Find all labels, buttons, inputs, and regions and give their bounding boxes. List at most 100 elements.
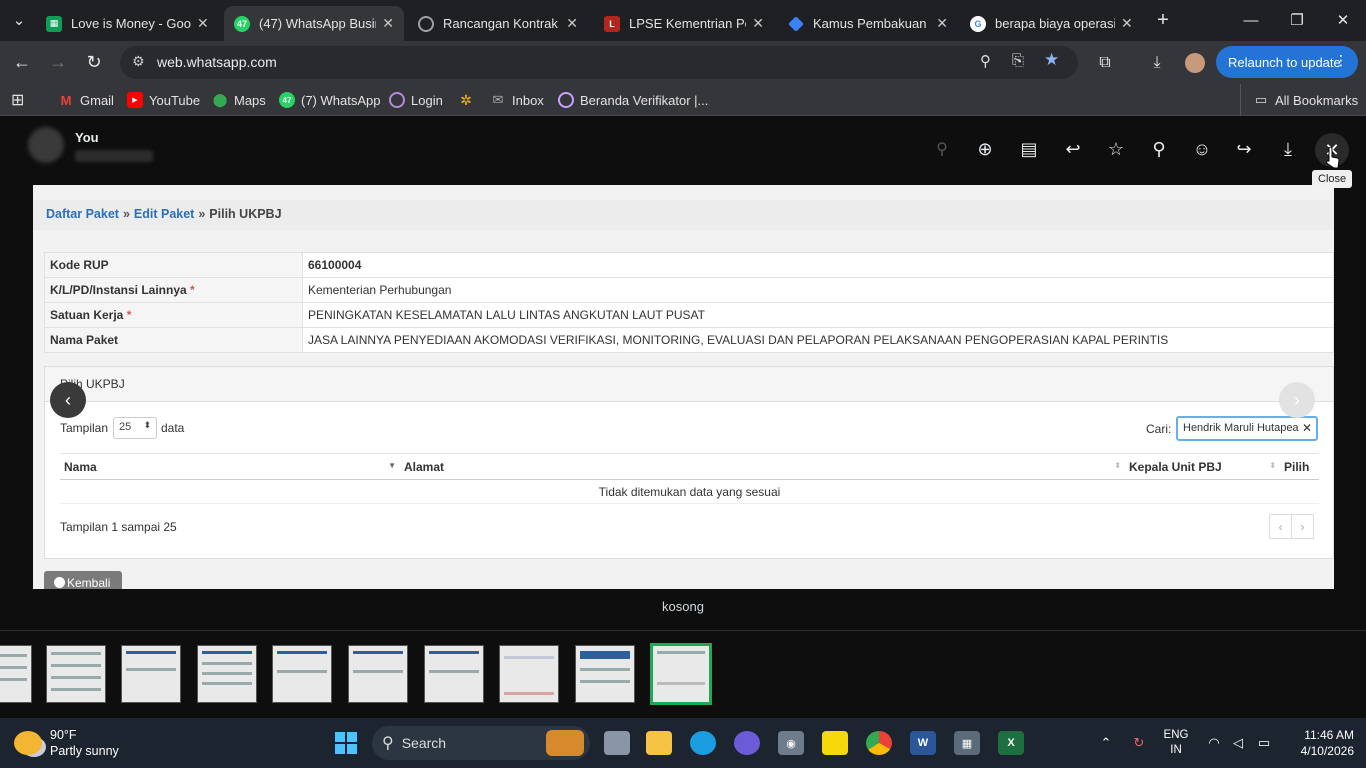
reload-button[interactable]: ↻ [76,41,112,84]
downloads-icon[interactable]: ⤓ [1142,41,1172,84]
volume-icon[interactable]: ◁ [1228,718,1248,768]
search-input[interactable]: Hendrik Maruli Hutapea ✕ [1176,416,1318,441]
chrome-button[interactable] [864,718,894,768]
bookmark-login[interactable]: Login [389,84,443,116]
thumbnail[interactable] [348,645,408,703]
window-close-button[interactable]: ✕ [1320,0,1366,40]
thumbnail[interactable] [121,645,181,703]
thumbnail[interactable] [424,645,484,703]
minimize-button[interactable]: — [1228,0,1274,40]
close-tab-icon[interactable]: ✕ [197,15,209,32]
thumbnail[interactable] [575,645,635,703]
battery-icon[interactable]: ▭ [1252,718,1276,768]
tab-6[interactable]: G berapa biaya operasi ✕ [960,6,1144,41]
task-view-button[interactable] [602,718,632,768]
forward-button[interactable]: → [40,41,76,84]
forward-icon[interactable]: ↪ [1229,134,1259,164]
message-icon[interactable]: ▤ [1014,134,1044,164]
edge-button[interactable] [688,718,718,768]
start-button[interactable] [332,718,360,768]
relaunch-button[interactable]: Relaunch to update ⋮ [1216,46,1358,78]
star-icon[interactable]: ☆ [1101,134,1131,164]
address-bar[interactable]: ⚙ web.whatsapp.com ⚲ ⎘ ★ [120,46,1078,79]
column-header-alamat[interactable]: Alamat ⬍ [400,453,1125,480]
back-button[interactable]: ← [4,41,40,84]
thumbnail[interactable] [499,645,559,703]
thumbnail[interactable] [46,645,106,703]
tray-overflow-icon[interactable]: ⌃ [1096,718,1116,768]
lpse-icon: L [604,15,620,32]
bookmark-star-icon[interactable]: ★ [1044,50,1059,70]
restore-button[interactable]: ❐ [1274,0,1320,40]
tab-3[interactable]: Rancangan Kontrak P ✕ [408,6,588,41]
globe-icon [389,92,405,108]
region-text: IN [1170,744,1182,756]
viewed-image[interactable]: Daftar Paket» Edit Paket» Pilih UKPBJ Kode… [33,185,1334,589]
pin-icon[interactable]: ⚲ [1144,134,1174,164]
windows-logo-icon [335,732,357,754]
thumbnail[interactable] [197,645,257,703]
close-tab-icon[interactable]: ✕ [1121,15,1133,32]
extensions-icon[interactable]: ⧉ [1090,41,1120,84]
tab-2-active[interactable]: 47 (47) WhatsApp Busine ✕ [224,6,404,41]
prev-media-button[interactable]: ‹ [50,382,86,418]
tab-5[interactable]: Kamus Pembakuan St ✕ [778,6,958,41]
close-tab-icon[interactable]: ✕ [752,15,764,32]
calculator-button[interactable]: ▦ [952,718,982,768]
site-info-icon[interactable]: ⚙ [132,53,145,70]
excel-button[interactable]: X [996,718,1026,768]
bookmark-maps[interactable]: ⬤ Maps [212,84,266,116]
column-header-nama[interactable]: Nama ▼ [60,453,400,480]
camera-button[interactable]: ◉ [776,718,806,768]
search-icon: ⚲ [382,735,394,752]
all-bookmarks[interactable]: ▭ All Bookmarks [1240,84,1358,116]
install-app-icon[interactable]: ⎘ [1012,52,1024,69]
relaunch-label: Relaunch to update [1228,54,1341,70]
pager-next-button[interactable]: › [1291,514,1314,539]
wifi-icon[interactable]: ◠ [1204,718,1224,768]
breadcrumb-edit-paket[interactable]: Edit Paket [134,207,194,221]
reply-icon[interactable]: ↩ [1058,134,1088,164]
clock[interactable]: 11:46 AM 4/10/2026 [1284,718,1354,768]
kebab-menu-icon[interactable]: ⋮ [1334,52,1348,69]
thumbnail[interactable] [0,645,32,703]
url-text[interactable]: web.whatsapp.com [157,54,277,70]
new-tab-button[interactable]: + [1140,0,1186,40]
tab-search-button[interactable]: ⌄ [0,0,38,40]
apps-grid-icon[interactable]: ⊞ [11,84,24,116]
sticky-notes-button[interactable] [820,718,850,768]
bookmark-whatsapp[interactable]: 47 (7) WhatsApp [279,84,380,116]
bookmark-photos[interactable]: ✲ [458,84,480,116]
word-button[interactable]: W [908,718,938,768]
weather-widget[interactable]: 90°F Partly sunny [14,718,119,768]
bookmark-beranda[interactable]: Beranda Verifikator |... [558,84,708,116]
language-indicator[interactable]: ENG IN [1158,718,1194,768]
close-tab-icon[interactable]: ✕ [936,15,948,32]
column-header-kepala[interactable]: Kepala Unit PBJ ⬍ [1125,453,1280,480]
taskbar-search[interactable]: ⚲ Search [372,726,590,760]
zoom-in-icon[interactable]: ⊕ [970,134,1000,164]
close-tab-icon[interactable]: ✕ [566,15,578,32]
bookmark-youtube[interactable]: ▶ YouTube [127,84,200,116]
breadcrumb-daftar-paket[interactable]: Daftar Paket [46,207,119,221]
sync-icon[interactable]: ↻ [1128,718,1150,768]
next-media-button[interactable]: › [1279,382,1315,418]
pager-prev-button[interactable]: ‹ [1269,514,1292,539]
file-explorer-button[interactable] [644,718,674,768]
zoom-icon[interactable]: ⚲ [980,52,991,70]
profile-avatar[interactable] [1180,41,1210,84]
clear-search-icon[interactable]: ✕ [1299,421,1312,435]
bookmark-inbox[interactable]: ✉ Inbox [490,84,544,116]
page-length-select[interactable]: 25 ⬍ [113,417,157,439]
thumbnail-selected[interactable] [650,643,712,705]
app-button[interactable] [732,718,762,768]
back-kembali-button[interactable]: Kembali [44,571,122,589]
tab-4[interactable]: L LPSE Kementrian Perh ✕ [594,6,774,41]
thumbnail[interactable] [272,645,332,703]
close-tab-icon[interactable]: ✕ [382,15,394,32]
tab-1[interactable]: ▦ Love is Money - Goog ✕ [36,6,222,41]
emoji-icon[interactable]: ☺ [1187,134,1217,164]
bookmark-gmail[interactable]: M Gmail [58,84,114,116]
folder-icon: ▭ [1254,92,1268,107]
download-icon[interactable]: ⤓ [1273,134,1303,164]
